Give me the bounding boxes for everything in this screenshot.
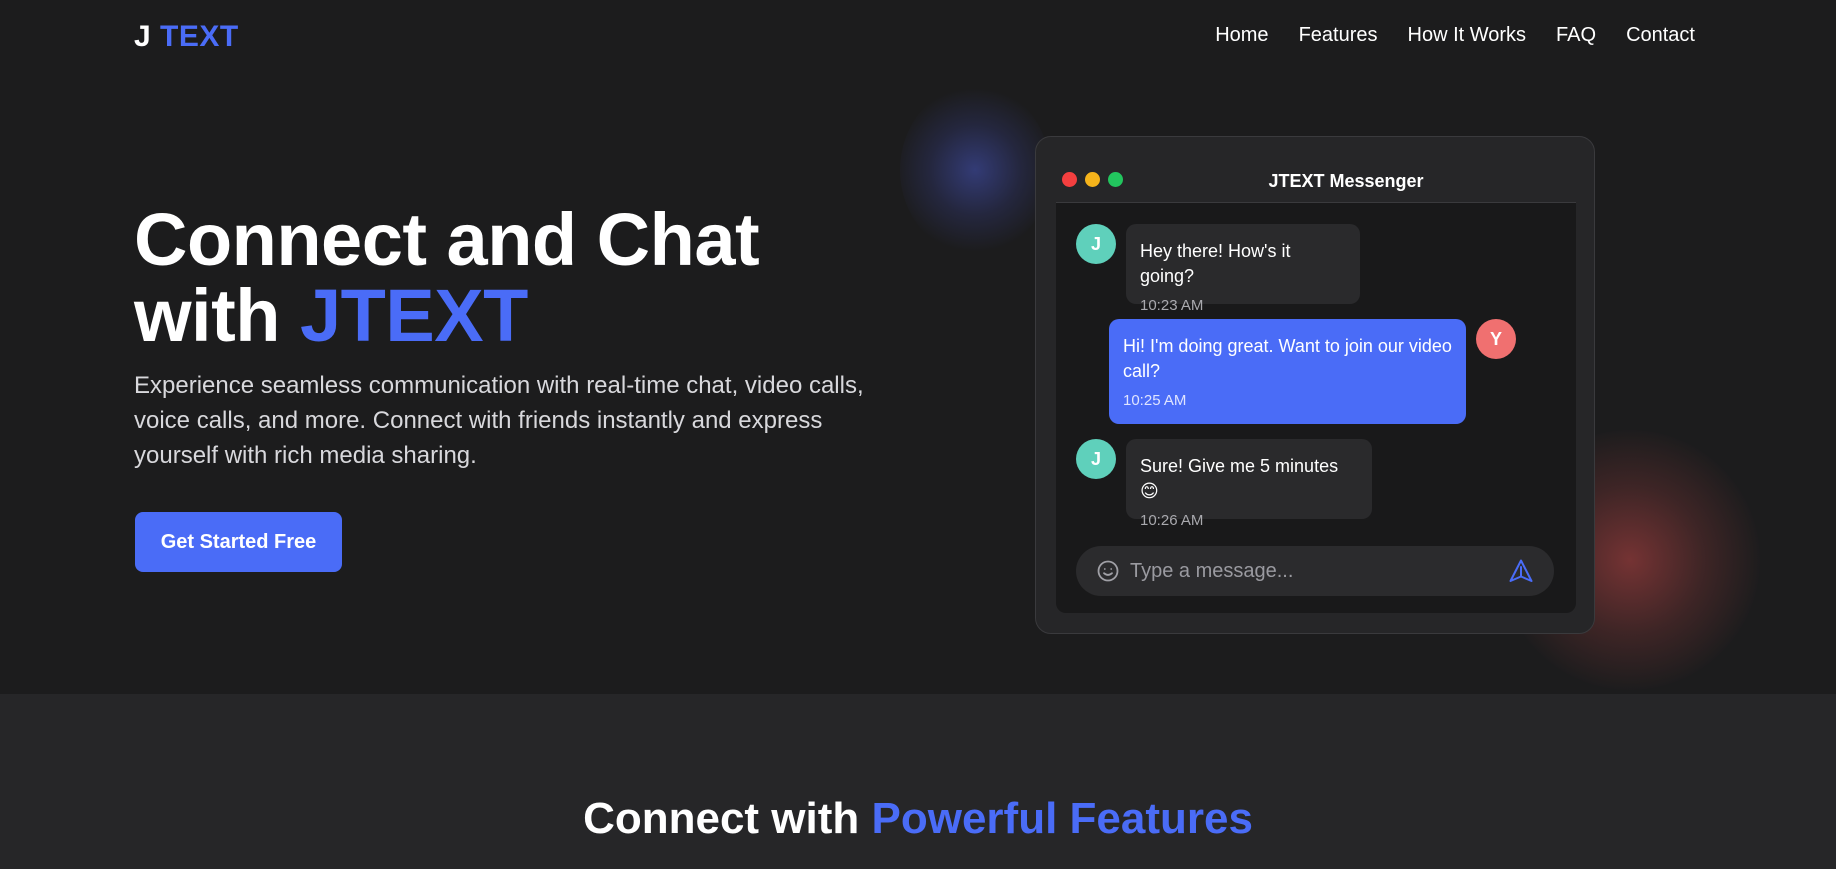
logo[interactable]: J TEXT (134, 20, 239, 54)
send-icon[interactable] (1508, 558, 1534, 584)
message-bubble-incoming: Hey there! How's it going? 10:23 AM (1126, 224, 1360, 314)
nav-link-home[interactable]: Home (1215, 24, 1268, 47)
message-time: 10:23 AM (1140, 297, 1204, 314)
features-title: Connect with Powerful Features (0, 794, 1836, 844)
message-bubble-outgoing: Hi! I'm doing great. Want to join our vi… (1109, 319, 1466, 424)
message-input-bar (1076, 546, 1554, 596)
logo-part-text: TEXT (160, 20, 239, 53)
message-input[interactable] (1130, 546, 1500, 596)
message-text: Hi! I'm doing great. Want to join our vi… (1123, 336, 1452, 381)
hero-title-line1: Connect and Chat (134, 198, 760, 281)
message-time: 10:26 AM (1140, 512, 1204, 529)
nav-link-contact[interactable]: Contact (1626, 24, 1695, 47)
chat-window: JTEXT Messenger J Hey there! How's it go… (1035, 136, 1595, 634)
logo-part-j: J (134, 20, 152, 53)
top-nav: J TEXT Home Features How It Works FAQ Co… (0, 0, 1836, 76)
landing-page: J TEXT Home Features How It Works FAQ Co… (0, 0, 1836, 869)
nav-link-features[interactable]: Features (1299, 24, 1378, 47)
avatar: J (1076, 439, 1116, 479)
nav-links: Home Features How It Works FAQ Contact (1215, 24, 1695, 47)
hero-subtitle: Experience seamless communication with r… (134, 372, 864, 469)
avatar: Y (1476, 319, 1516, 359)
blue-glow-decoration (900, 85, 1050, 255)
hero-title-accent: JTEXT (300, 274, 528, 357)
message-text: Sure! Give me 5 minutes 😊 (1140, 456, 1339, 501)
message-bubble-incoming: Sure! Give me 5 minutes 😊 10:26 AM (1126, 439, 1372, 529)
message-time: 10:25 AM (1123, 392, 1187, 409)
nav-link-how-it-works[interactable]: How It Works (1408, 24, 1527, 47)
features-title-accent: Powerful Features (871, 794, 1253, 843)
message-text: Hey there! How's it going? (1140, 241, 1291, 286)
chat-body: J Hey there! How's it going? 10:23 AM Hi… (1056, 203, 1576, 613)
smiley-icon[interactable] (1096, 559, 1120, 583)
features-section: Connect with Powerful Features (0, 694, 1836, 869)
hero-title-with: with (134, 274, 301, 357)
hero-title: Connect and Chat with JTEXT (134, 202, 914, 354)
chat-window-title: JTEXT Messenger (1268, 171, 1424, 191)
nav-link-faq[interactable]: FAQ (1556, 24, 1596, 47)
chat-titlebar: JTEXT Messenger (1056, 157, 1576, 203)
features-title-plain: Connect with (583, 794, 872, 843)
get-started-button[interactable]: Get Started Free (135, 512, 342, 572)
avatar: J (1076, 224, 1116, 264)
